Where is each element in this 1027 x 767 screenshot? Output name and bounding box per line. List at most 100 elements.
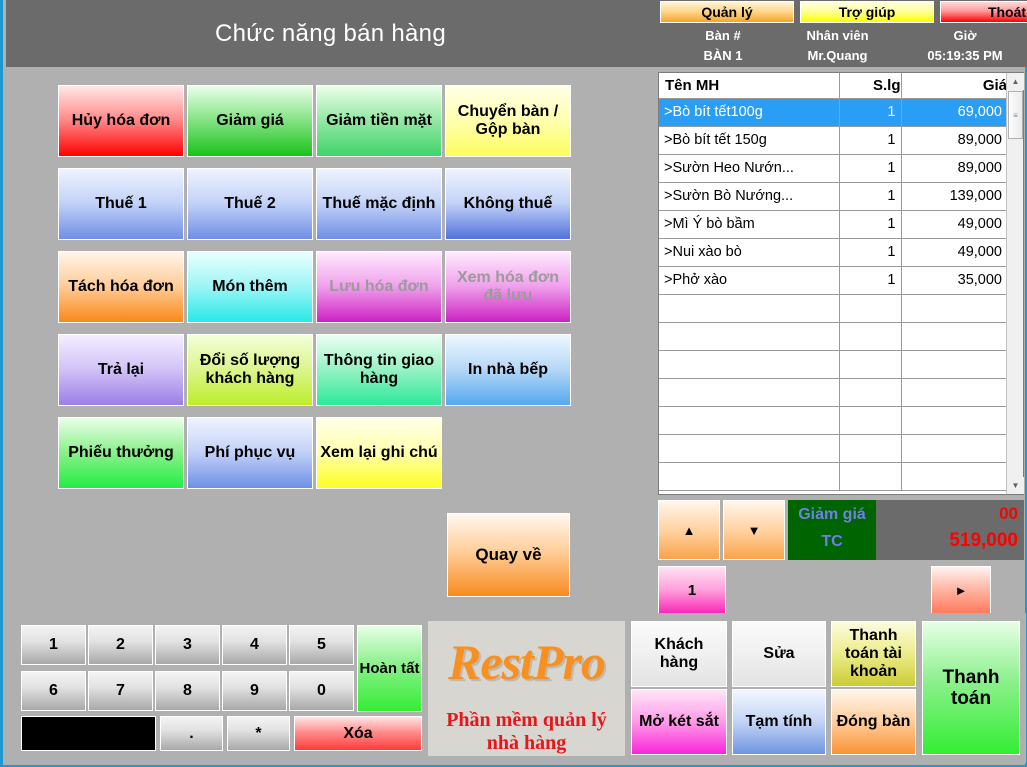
cell-name	[659, 462, 840, 491]
key-8[interactable]: 8	[155, 671, 220, 711]
key-9[interactable]: 9	[222, 671, 287, 711]
function-button-13[interactable]: Đổi số lượng khách hàng	[187, 334, 313, 406]
key-star[interactable]: *	[227, 716, 290, 751]
key-3[interactable]: 3	[155, 625, 220, 665]
function-button-17[interactable]: Phí phục vụ	[187, 417, 313, 489]
total-label: TC	[821, 533, 843, 550]
table-row[interactable]	[659, 462, 1007, 491]
total-value: 519,000	[949, 530, 1018, 551]
table-row[interactable]	[659, 378, 1007, 407]
table-row[interactable]	[659, 406, 1007, 435]
function-button-5[interactable]: Thuế 2	[187, 168, 313, 240]
key-6[interactable]: 6	[21, 671, 86, 711]
customer-button[interactable]: Khách hàng	[631, 621, 727, 687]
scroll-down-icon[interactable]: ▼	[1007, 477, 1024, 494]
edit-button[interactable]: Sửa	[732, 621, 826, 687]
manage-button[interactable]: Quản lý	[660, 1, 794, 23]
function-button-14[interactable]: Thông tin giao hàng	[316, 334, 442, 406]
cell-qty: 1	[839, 126, 902, 155]
cell-qty	[839, 378, 902, 407]
cell-name	[659, 294, 840, 323]
key-1[interactable]: 1	[21, 625, 86, 665]
key-5[interactable]: 5	[289, 625, 354, 665]
discount-label: Giảm giá	[798, 506, 866, 523]
open-cash-drawer-button[interactable]: Mở két sắt	[631, 689, 727, 755]
quantity-button[interactable]: 1	[658, 566, 726, 614]
keypad-display[interactable]	[21, 716, 156, 751]
key-4[interactable]: 4	[222, 625, 287, 665]
cell-name: >Sườn Bò Nướng...	[659, 182, 840, 211]
cell-name: >Nui xào bò	[659, 238, 840, 267]
table-row[interactable]: >Bò bít tết100g 1 69,000	[659, 98, 1007, 127]
time-label: Giờ	[953, 28, 977, 43]
exit-button[interactable]: Thoát	[940, 1, 1027, 23]
function-button-9[interactable]: Món thêm	[187, 251, 313, 323]
function-button-12[interactable]: Trả lại	[58, 334, 184, 406]
scroll-up-button[interactable]: ▲	[658, 500, 720, 560]
logo-wordmark: RestPro	[448, 634, 606, 690]
pay-button[interactable]: Thanh toán	[922, 621, 1020, 755]
table-row[interactable]	[659, 350, 1007, 379]
function-button-0[interactable]: Hủy hóa đơn	[58, 85, 184, 157]
key-7[interactable]: 7	[88, 671, 153, 711]
cell-name: >Mì Ý bò bầm	[659, 210, 840, 239]
function-button-15[interactable]: In nhà bếp	[445, 334, 571, 406]
cell-qty	[839, 462, 902, 491]
function-button-16[interactable]: Phiếu thưởng	[58, 417, 184, 489]
forward-icon[interactable]: ►	[931, 566, 991, 614]
function-button-18[interactable]: Xem lại ghi chú	[316, 417, 442, 489]
cell-name	[659, 322, 840, 351]
cell-qty	[839, 434, 902, 463]
function-button-1[interactable]: Giảm giá	[187, 85, 313, 157]
close-table-button[interactable]: Đóng bàn	[831, 689, 916, 755]
cell-name	[659, 406, 840, 435]
cell-qty: 1	[839, 98, 902, 127]
table-row[interactable]: >Nui xào bò 1 49,000	[659, 238, 1007, 267]
staff-value: Mr.Quang	[807, 48, 868, 63]
function-button-6[interactable]: Thuế mặc định	[316, 168, 442, 240]
cell-qty: 1	[839, 182, 902, 211]
function-button-8[interactable]: Tách hóa đơn	[58, 251, 184, 323]
scrollbar-thumb[interactable]: ≡	[1008, 91, 1023, 139]
table-row[interactable]	[659, 434, 1007, 463]
table-row[interactable]	[659, 322, 1007, 351]
table-row[interactable]: >Mì Ý bò bầm 1 49,000	[659, 210, 1007, 239]
function-button-3[interactable]: Chuyển bàn / Gộp bàn	[445, 85, 571, 157]
table-value: BÀN 1	[703, 48, 743, 63]
clear-button[interactable]: Xóa	[294, 716, 422, 751]
cell-price: 89,000	[901, 154, 1007, 183]
cell-qty: 1	[839, 266, 902, 295]
subtotal-button[interactable]: Tạm tính	[732, 689, 826, 755]
app-logo: RestPro Phần mềm quản lý nhà hàng	[428, 621, 625, 756]
order-table: Tên MH S.lg Giá >Bò bít tết100g 1 69,000 >B…	[659, 73, 1007, 491]
table-row[interactable]	[659, 294, 1007, 323]
function-button-7[interactable]: Không thuế	[445, 168, 571, 240]
table-row[interactable]: >Sườn Heo Nướn... 1 89,000	[659, 154, 1007, 183]
cell-price: 49,000	[901, 210, 1007, 239]
cell-price: 35,000	[901, 266, 1007, 295]
cell-price	[901, 406, 1007, 435]
key-2[interactable]: 2	[88, 625, 153, 665]
order-table-body: >Bò bít tết100g 1 69,000 >Bò bít tết 150g 1 8…	[659, 98, 1007, 491]
scroll-down-button[interactable]: ▼	[723, 500, 785, 560]
cell-name: >Bò bít tết 150g	[659, 126, 840, 155]
function-button-4[interactable]: Thuế 1	[58, 168, 184, 240]
function-button-2[interactable]: Giảm tiền mặt	[316, 85, 442, 157]
scroll-up-icon[interactable]: ▲	[1007, 73, 1024, 90]
key-0[interactable]: 0	[289, 671, 354, 711]
table-row[interactable]: >Bò bít tết 150g 1 89,000	[659, 126, 1007, 155]
done-button[interactable]: Hoàn tất	[357, 625, 422, 712]
column-header-name: Tên MH	[659, 73, 840, 99]
table-row[interactable]: >Phở xào 1 35,000	[659, 266, 1007, 295]
account-payment-button[interactable]: Thanh toán tài khoản	[831, 621, 916, 687]
help-button[interactable]: Trợ giúp	[800, 1, 934, 23]
column-header-qty: S.lg	[839, 73, 902, 99]
cell-name: >Phở xào	[659, 266, 840, 295]
table-row[interactable]: >Sườn Bò Nướng... 1 139,000	[659, 182, 1007, 211]
key-dot[interactable]: .	[160, 716, 223, 751]
order-list-panel: Tên MH S.lg Giá >Bò bít tết100g 1 69,000 >B…	[658, 72, 1024, 495]
cell-price	[901, 434, 1007, 463]
back-button[interactable]: Quay về	[447, 513, 570, 597]
cell-name: >Bò bít tết100g	[659, 98, 840, 127]
order-scrollbar[interactable]: ▲ ≡ ▼	[1006, 73, 1024, 494]
